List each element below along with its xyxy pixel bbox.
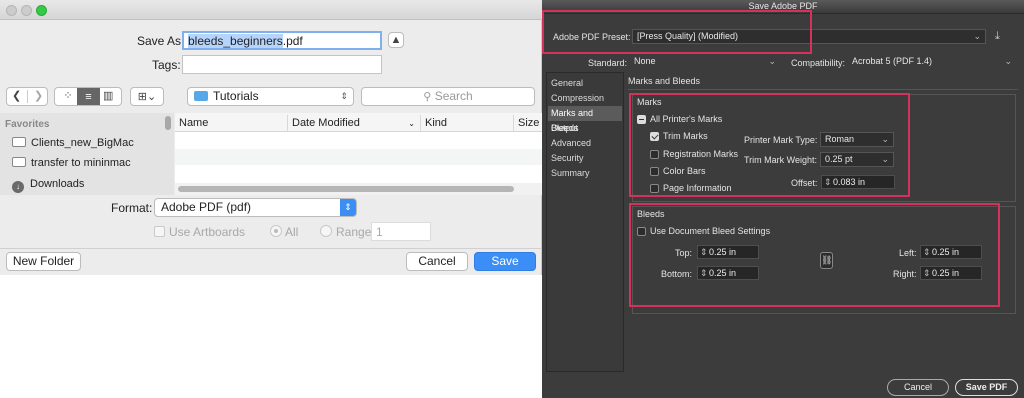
range-field[interactable]: 1 <box>371 222 431 241</box>
updown-icon: ⇕ <box>340 199 356 216</box>
nav-general[interactable]: General <box>548 76 622 91</box>
standard-label: Standard: <box>588 58 628 68</box>
section-divider <box>628 89 1018 90</box>
all-radio[interactable] <box>270 225 282 237</box>
forward-icon[interactable]: ❯ <box>34 88 43 105</box>
list-row <box>175 149 542 165</box>
background <box>0 276 541 398</box>
minimize-button[interactable] <box>21 5 32 16</box>
sidebar-item-label: transfer to mininmac <box>31 157 131 169</box>
compatibility-dropdown[interactable]: Acrobat 5 (PDF 1.4) ⌄ <box>848 55 1016 70</box>
nav-marks-and-bleeds[interactable]: Marks and Bleeds <box>548 106 622 133</box>
nav-output[interactable]: Output <box>548 121 622 136</box>
divider <box>0 248 542 249</box>
horizontal-scrollbar[interactable] <box>178 186 514 192</box>
filename-field[interactable]: bleeds_beginners.pdf <box>182 31 382 50</box>
all-label: All <box>285 225 299 239</box>
download-icon: ↓ <box>12 181 24 193</box>
chevron-up-icon: ▲ <box>390 34 402 46</box>
chevron-down-icon: ⌄ <box>973 31 981 41</box>
range-radio[interactable] <box>320 225 332 237</box>
pdf-cancel-button[interactable]: Cancel <box>887 379 949 396</box>
nav-advanced[interactable]: Advanced <box>548 136 622 151</box>
arrange-icon: ⊞⌄ <box>137 91 157 103</box>
tags-label: Tags: <box>152 58 181 72</box>
standard-dropdown[interactable]: None ⌄ <box>630 55 780 70</box>
search-placeholder: Search <box>434 89 473 103</box>
section-title: Marks and Bleeds <box>628 76 701 86</box>
updown-icon: ⇕ <box>340 91 348 101</box>
title-bar <box>0 0 542 20</box>
column-view-icon[interactable]: ▥ <box>103 88 113 105</box>
search-icon: ⚲ <box>423 91 432 103</box>
folder-icon <box>194 91 208 101</box>
sidebar-item-downloads[interactable]: ↓ Downloads <box>12 175 84 193</box>
save-dialog: Save As: bleeds_beginners.pdf ▲ Tags: ❮ … <box>0 0 542 275</box>
standard-value: None <box>634 56 656 66</box>
collapse-button[interactable]: ▲ <box>388 32 404 48</box>
column-kind[interactable]: Kind <box>421 115 514 132</box>
cancel-button[interactable]: Cancel <box>406 252 468 271</box>
compatibility-label: Compatibility: <box>791 58 846 68</box>
search-field[interactable]: ⚲ Search <box>361 87 535 106</box>
back-icon[interactable]: ❮ <box>12 88 21 105</box>
sidebar-item-label: Downloads <box>30 178 85 190</box>
compatibility-value: Acrobat 5 (PDF 1.4) <box>852 56 933 66</box>
column-size[interactable]: Size <box>514 115 542 132</box>
use-artboards-label: Use Artboards <box>169 225 246 239</box>
save-pdf-button[interactable]: Save PDF <box>955 379 1018 396</box>
close-button[interactable] <box>6 5 17 16</box>
sidebar-item-transfer[interactable]: transfer to mininmac <box>12 154 131 172</box>
format-popup[interactable]: Adobe PDF (pdf) ⇕ <box>154 198 357 217</box>
list-view-button[interactable]: ≡ <box>77 88 100 105</box>
nav-security[interactable]: Security <box>548 151 622 166</box>
new-folder-button[interactable]: New Folder <box>6 252 81 271</box>
filename-selected-text: bleeds_beginners <box>188 34 283 48</box>
format-label: Format: <box>111 201 153 215</box>
pdf-dialog: Save Adobe PDF Adobe PDF Preset: [Press … <box>542 0 1024 398</box>
column-date-modified[interactable]: Date Modified ⌄ <box>288 115 421 132</box>
nav-summary[interactable]: Summary <box>548 166 622 181</box>
sidebar-scrollbar[interactable] <box>165 116 171 130</box>
horizontal-scrollbar-track <box>175 183 542 195</box>
sidebar: Favorites Clients_new_BigMac transfer to… <box>0 113 174 195</box>
folder-icon <box>12 137 26 147</box>
save-button[interactable]: Save <box>474 252 536 271</box>
column-name[interactable]: Name <box>175 115 288 132</box>
sort-chevron-icon: ⌄ <box>408 119 415 128</box>
zoom-button[interactable] <box>36 5 47 16</box>
tags-field[interactable] <box>182 55 382 74</box>
list-view-icon: ≡ <box>85 91 92 103</box>
bleeds-highlight <box>629 203 1000 307</box>
nav-compression[interactable]: Compression <box>548 91 622 106</box>
favorites-heading: Favorites <box>5 119 50 130</box>
location-label: Tutorials <box>213 89 259 103</box>
location-popup[interactable]: Tutorials ⇕ <box>187 87 354 106</box>
arrange-button[interactable]: ⊞⌄ <box>130 87 164 106</box>
marks-highlight <box>629 93 910 197</box>
chevron-down-icon: ⌄ <box>1004 56 1012 66</box>
save-preset-icon[interactable]: ⤓ <box>995 30 1000 43</box>
filename-extension: .pdf <box>282 34 303 48</box>
chevron-down-icon: ⌄ <box>768 56 776 66</box>
range-label: Range: <box>336 225 375 239</box>
sidebar-item-clients[interactable]: Clients_new_BigMac <box>12 134 134 152</box>
folder-icon <box>12 157 26 167</box>
back-forward-buttons: ❮ ❯ <box>6 87 48 106</box>
icon-view-icon[interactable]: ⁘ <box>59 88 77 105</box>
save-as-label: Save As: <box>137 34 185 48</box>
use-artboards-checkbox[interactable] <box>154 226 165 237</box>
column-date-label: Date Modified <box>292 117 360 129</box>
format-value: Adobe PDF (pdf) <box>161 200 252 214</box>
preset-highlight <box>542 10 812 54</box>
view-mode-buttons: ⁘ ≡ ▥ <box>54 87 122 106</box>
sidebar-item-label: Clients_new_BigMac <box>31 137 134 149</box>
